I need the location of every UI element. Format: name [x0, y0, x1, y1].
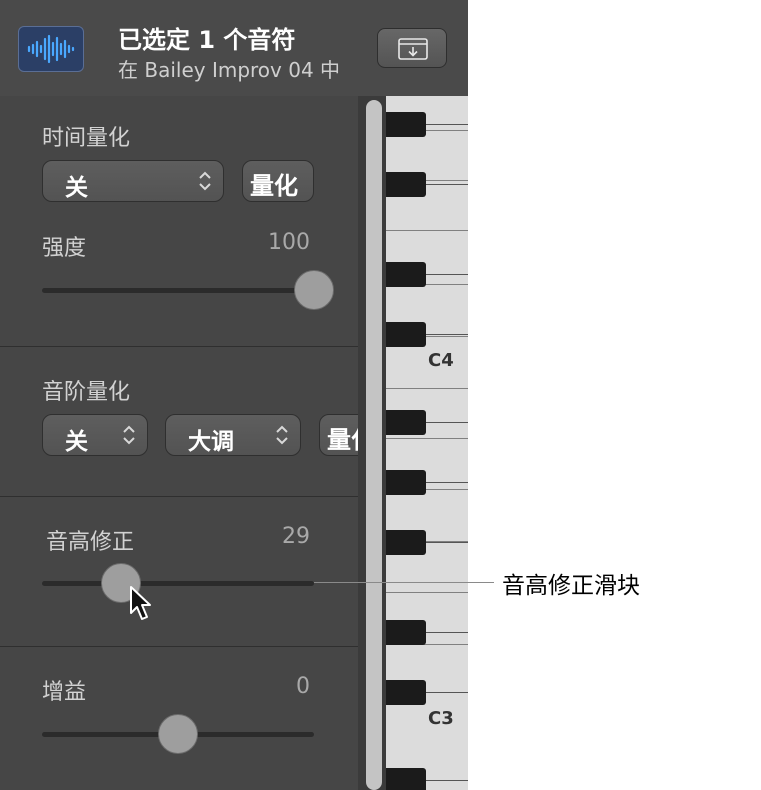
chevron-up-down-icon [123, 425, 135, 445]
white-key-divider [426, 422, 468, 423]
mouse-pointer-icon [130, 586, 151, 620]
white-key-divider [426, 184, 468, 185]
black-key[interactable] [386, 410, 426, 435]
white-key-divider [426, 124, 468, 125]
pitch-correction-value: 29 [282, 524, 310, 549]
chevron-up-down-icon [276, 425, 288, 445]
section-divider [0, 496, 358, 497]
black-key[interactable] [386, 768, 426, 790]
black-key[interactable] [386, 262, 426, 287]
gain-slider-knob[interactable] [158, 714, 198, 754]
time-quantize-select-value: 关 [65, 175, 88, 201]
strength-slider-track[interactable] [42, 288, 314, 293]
scale-quantize-button-label: 量化 [327, 426, 358, 454]
white-key-divider [386, 592, 468, 593]
white-key-divider [426, 692, 468, 693]
strength-label: 强度 [42, 236, 87, 261]
pitch-correction-label: 音高修正 [46, 530, 135, 555]
white-key-divider [386, 438, 468, 439]
vertical-scrollbar[interactable] [366, 100, 382, 790]
selection-title: 已选定 1 个音符 [118, 26, 296, 54]
white-key-divider [426, 542, 468, 543]
scale-type-select[interactable]: 大调 [165, 414, 301, 456]
scale-type-select-value: 大调 [188, 429, 234, 455]
key-label-c3: C3 [428, 708, 454, 729]
time-quantize-button-label: 量化 [250, 172, 298, 200]
inspector-window: 已选定 1 个音符 在 Bailey Improv 04 中 时间量化 关 量化… [0, 0, 468, 790]
scale-quantize-button[interactable]: 量化 [319, 414, 358, 456]
piano-keyboard[interactable]: C4 C3 [386, 96, 468, 790]
callout-line [314, 582, 494, 583]
callout-label: 音高修正滑块 [502, 573, 640, 599]
black-key[interactable] [386, 680, 426, 705]
strength-slider-knob[interactable] [294, 270, 334, 310]
white-key-divider [386, 230, 468, 231]
inspector-panel: 时间量化 关 量化 强度 100 音阶量化 关 大调 量 音高修正 29 增益 … [0, 96, 358, 790]
section-divider [0, 346, 358, 347]
white-key-divider [426, 482, 468, 483]
white-key-divider [426, 274, 468, 275]
time-quantize-button[interactable]: 量化 [242, 160, 314, 202]
black-key[interactable] [386, 530, 426, 555]
tray-arrow-down-icon [398, 38, 428, 60]
gain-value: 0 [296, 674, 310, 699]
white-key-divider [426, 780, 468, 781]
time-quantize-select[interactable]: 关 [42, 160, 224, 202]
key-label-c4: C4 [428, 350, 454, 371]
black-key[interactable] [386, 172, 426, 197]
header: 已选定 1 个音符 在 Bailey Improv 04 中 [0, 0, 468, 97]
section-divider [0, 646, 358, 647]
time-quantize-label: 时间量化 [42, 126, 131, 151]
scale-quantize-label: 音阶量化 [42, 380, 131, 405]
black-key[interactable] [386, 620, 426, 645]
white-key-divider [386, 388, 468, 389]
gain-label: 增益 [42, 680, 87, 705]
chevron-up-down-icon [199, 171, 211, 191]
selection-subtitle: 在 Bailey Improv 04 中 [118, 58, 341, 82]
scale-quantize-select[interactable]: 关 [42, 414, 148, 456]
waveform-icon [18, 26, 84, 72]
black-key[interactable] [386, 322, 426, 347]
scale-quantize-select-value: 关 [65, 429, 88, 455]
black-key[interactable] [386, 112, 426, 137]
white-key-divider [426, 632, 468, 633]
pitch-correction-slider-track[interactable] [42, 581, 314, 586]
white-key-divider [426, 334, 468, 335]
export-button[interactable] [377, 28, 447, 68]
strength-value: 100 [268, 230, 310, 255]
black-key[interactable] [386, 470, 426, 495]
